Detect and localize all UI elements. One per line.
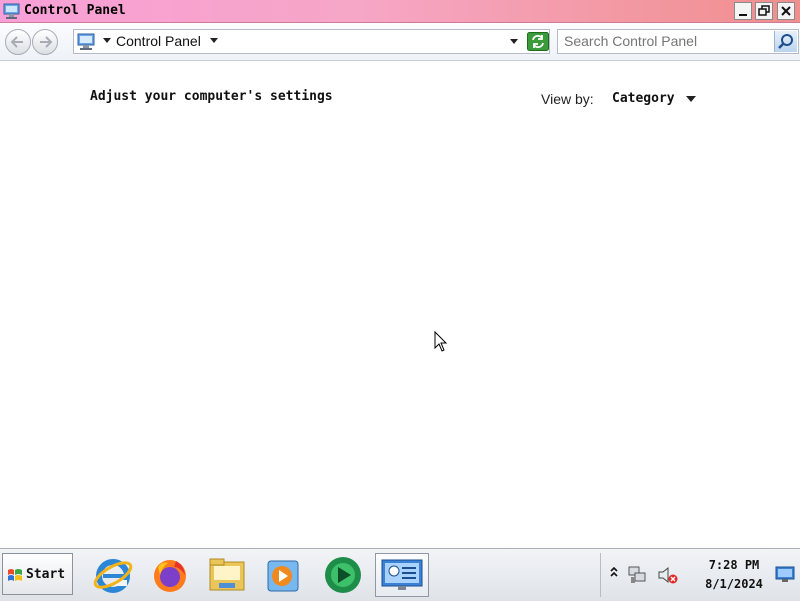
chevron-up-icon[interactable] [609, 565, 619, 579]
search-box [557, 29, 799, 54]
navigation-bar: Control Panel [0, 23, 800, 61]
forward-arrow-icon [40, 36, 53, 48]
taskbar-media-player[interactable] [261, 553, 305, 597]
minimize-icon [739, 14, 747, 16]
close-icon [781, 6, 791, 16]
start-label: Start [26, 567, 66, 582]
close-button[interactable] [777, 2, 795, 20]
chevron-down-icon[interactable] [210, 38, 218, 43]
back-arrow-icon [10, 36, 23, 48]
clock-date[interactable]: 8/1/2024 [699, 577, 769, 591]
taskbar: Start 7:28 PM 8/1/2024 [0, 548, 800, 601]
file-explorer-icon [209, 558, 245, 591]
page-heading: Adjust your computer's settings [90, 89, 333, 104]
chevron-down-icon[interactable] [686, 96, 696, 102]
title-bar: Control Panel [0, 0, 800, 23]
windows-logo-icon [8, 569, 22, 581]
view-by-dropdown[interactable]: Category [612, 91, 675, 106]
firefox-icon [154, 560, 186, 592]
network-icon[interactable] [627, 565, 649, 585]
taskbar-firefox[interactable] [148, 553, 192, 597]
restore-button[interactable] [755, 2, 773, 20]
search-input[interactable] [564, 33, 764, 49]
control-panel-icon [381, 559, 423, 590]
taskbar-media-center[interactable] [321, 553, 365, 597]
system-tray: 7:28 PM 8/1/2024 [600, 553, 799, 597]
minimize-button[interactable] [734, 2, 752, 20]
search-button[interactable] [774, 31, 797, 52]
address-history-dropdown[interactable] [510, 39, 518, 44]
control-panel-icon [3, 3, 20, 19]
mouse-cursor-icon [434, 331, 448, 352]
back-button[interactable] [5, 29, 31, 55]
media-player-icon [267, 560, 299, 592]
taskbar-file-explorer[interactable] [205, 553, 249, 597]
address-bar[interactable]: Control Panel [73, 29, 550, 54]
show-desktop-icon[interactable] [775, 565, 795, 583]
taskbar-internet-explorer[interactable] [91, 553, 135, 597]
clock-time[interactable]: 7:28 PM [699, 558, 769, 572]
volume-muted-icon[interactable] [657, 565, 679, 585]
breadcrumb-control-panel[interactable]: Control Panel [116, 33, 201, 49]
view-by-label: View by: [541, 91, 594, 107]
taskbar-control-panel[interactable] [375, 553, 429, 597]
forward-button[interactable] [32, 29, 58, 55]
window-title: Control Panel [24, 3, 126, 18]
restore-icon [758, 5, 770, 16]
start-button[interactable]: Start [2, 553, 73, 595]
refresh-icon[interactable] [527, 32, 549, 51]
search-icon [778, 34, 793, 49]
internet-explorer-icon [93, 559, 133, 593]
media-center-icon [325, 557, 361, 593]
control-panel-icon [77, 33, 95, 50]
chevron-down-icon[interactable] [103, 38, 111, 43]
